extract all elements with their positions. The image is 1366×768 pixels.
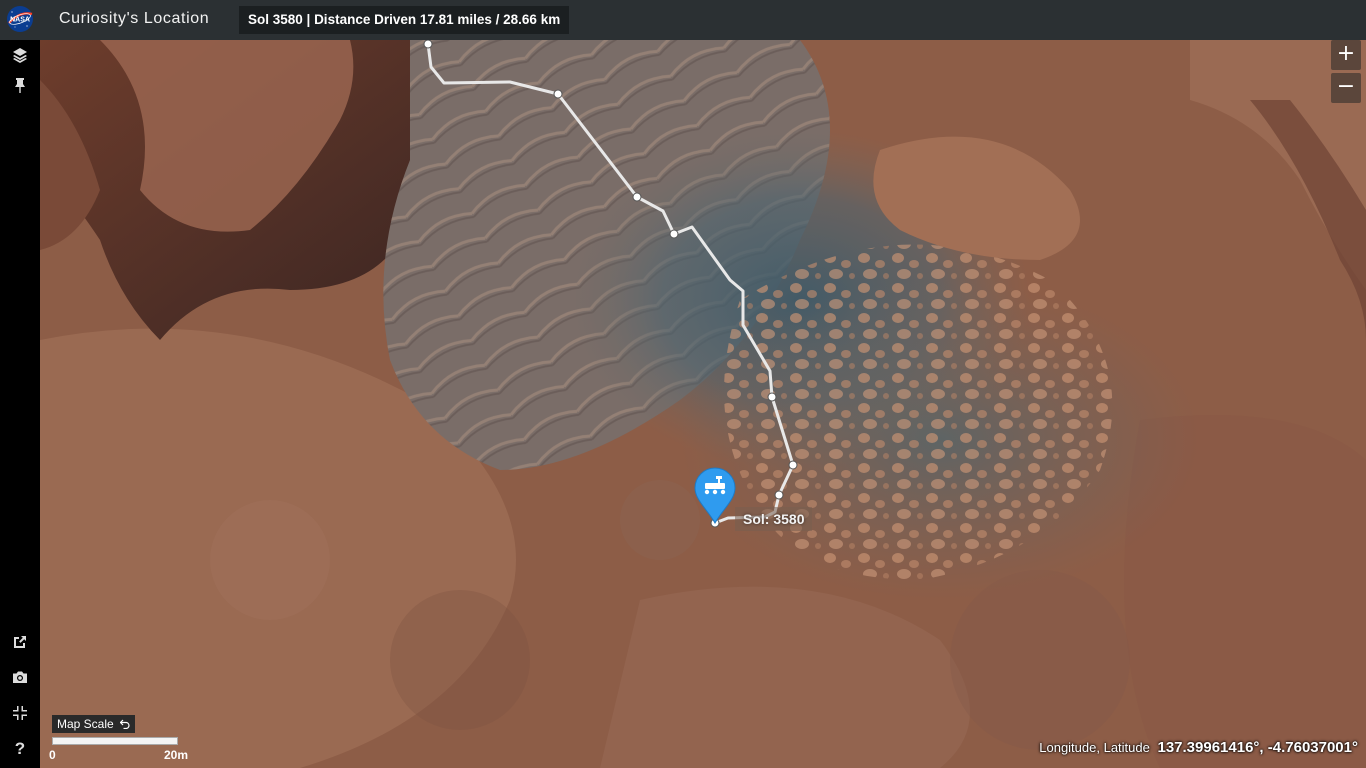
- map-scale-toggle[interactable]: Map Scale: [52, 715, 136, 733]
- share-button[interactable]: [6, 628, 34, 656]
- map-view[interactable]: + − Sol: 3580 Map Scale 0 20m Longitude,…: [40, 40, 1366, 768]
- map-scale-label: Map Scale: [57, 717, 114, 731]
- waypoint[interactable]: [774, 490, 784, 500]
- undo-icon: [119, 719, 130, 730]
- zoom-in-button[interactable]: +: [1331, 40, 1361, 70]
- app-title: Curiosity's Location: [59, 10, 210, 27]
- pin-button[interactable]: [6, 71, 34, 99]
- waypoint[interactable]: [632, 192, 642, 202]
- waypoint[interactable]: [767, 392, 777, 402]
- waypoint[interactable]: [553, 89, 563, 99]
- nasa-logo[interactable]: NASA: [6, 5, 34, 33]
- layers-icon: [13, 48, 27, 63]
- waypoint[interactable]: [669, 229, 679, 239]
- pin-icon: [15, 78, 25, 93]
- coordinates-readout: Longitude, Latitude 137.39961416°, -4.76…: [1039, 739, 1358, 756]
- external-link-icon: [14, 636, 26, 648]
- coordinates-value: 137.39961416°, -4.76037001°: [1157, 739, 1358, 756]
- nasa-logo-text: NASA: [10, 17, 30, 24]
- current-sol-label: Sol: 3580: [735, 507, 813, 531]
- waypoint[interactable]: [423, 40, 433, 49]
- top-bar: NASA Curiosity's Location Sol 3580 | Dis…: [0, 0, 1366, 40]
- fullscreen-icon: [13, 706, 27, 720]
- left-toolbar: ?: [0, 40, 40, 768]
- map-scale: Map Scale 0 20m: [49, 715, 188, 762]
- zoom-out-button[interactable]: −: [1331, 73, 1361, 103]
- map-scale-end: 20m: [164, 748, 189, 762]
- fullscreen-button[interactable]: [6, 699, 34, 727]
- layers-button[interactable]: [6, 41, 34, 69]
- coordinates-label: Longitude, Latitude: [1039, 740, 1150, 755]
- help-icon: ?: [14, 739, 26, 758]
- map-scale-start: 0: [49, 748, 56, 762]
- terrain-imagery[interactable]: [40, 40, 1366, 768]
- map-scale-bar: [52, 737, 178, 745]
- waypoint[interactable]: [788, 460, 798, 470]
- mission-stats: Sol 3580 | Distance Driven 17.81 miles /…: [239, 6, 570, 34]
- screenshot-button[interactable]: [6, 663, 34, 691]
- camera-icon: [13, 671, 27, 683]
- help-button[interactable]: ?: [6, 735, 34, 763]
